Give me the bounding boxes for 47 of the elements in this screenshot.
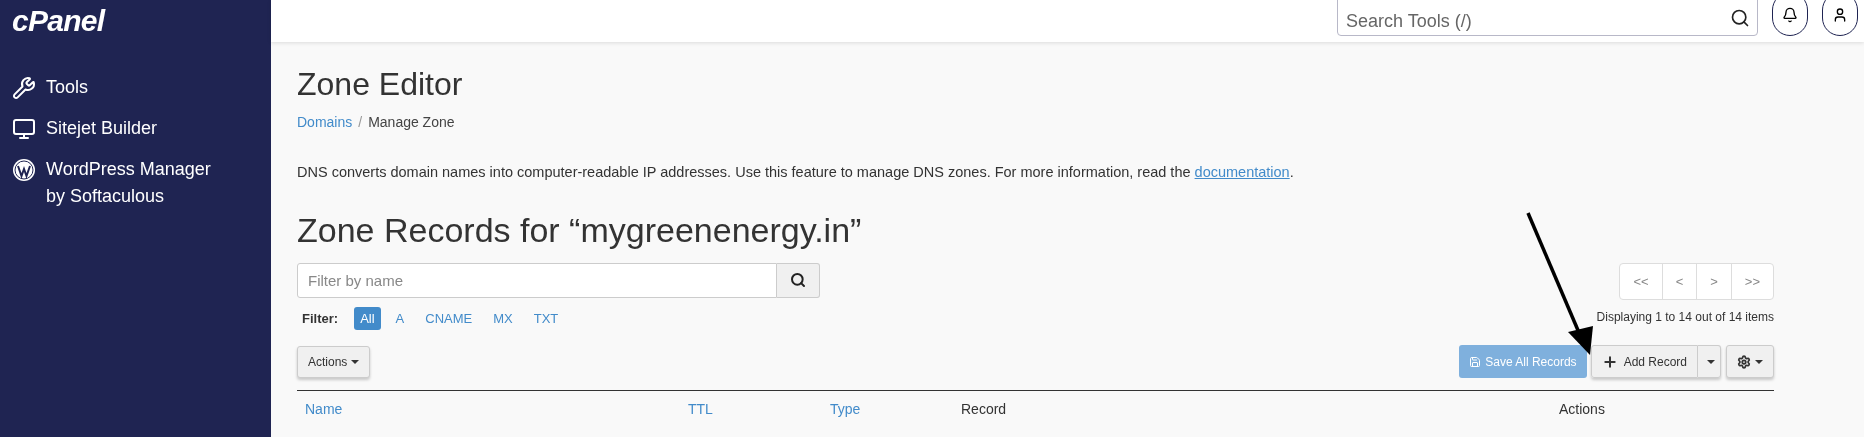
sidebar-item[interactable]: WordPress Manager by Softaculous xyxy=(12,156,259,210)
column-header[interactable]: Name xyxy=(305,401,343,418)
column-header[interactable]: TTL xyxy=(688,401,713,418)
caret-icon xyxy=(1755,359,1763,364)
pagination-summary: Displaying 1 to 14 out of 14 items xyxy=(1596,308,1774,326)
column-header[interactable]: Type xyxy=(830,401,861,418)
actions-dropdown[interactable]: Actions xyxy=(297,345,371,378)
save-icon xyxy=(1469,355,1482,368)
column-header: Record xyxy=(961,401,1007,418)
wordpress-logo-icon xyxy=(12,158,36,182)
tools-icon xyxy=(12,76,36,100)
logo: cPanel xyxy=(11,3,107,36)
search-icon xyxy=(1730,8,1750,28)
caret-icon xyxy=(351,359,360,364)
settings-icon xyxy=(1737,354,1751,369)
pagination-button[interactable]: >> xyxy=(1730,263,1773,299)
add-record-dropdown-button[interactable] xyxy=(1698,345,1721,379)
plus-icon xyxy=(1601,353,1618,370)
settings-dropdown-button[interactable] xyxy=(1726,345,1774,379)
filter-input[interactable]: Filter by name xyxy=(297,262,777,298)
description: DNS converts domain names into computer-readable IP addresses. Use this feature to manage DNS zones. For more information, read the documentation. xyxy=(297,163,1295,182)
search-field[interactable]: Search Tools (/) xyxy=(1337,0,1758,36)
monitor-icon xyxy=(12,117,36,141)
filter-type-tab[interactable]: TXT xyxy=(527,306,565,331)
sidebar-item[interactable]: Tools xyxy=(12,74,259,101)
search-icon xyxy=(790,272,806,289)
caret-icon xyxy=(1707,359,1715,364)
filter-type-tab[interactable]: MX xyxy=(487,306,519,331)
add-record-button[interactable]: Add Record xyxy=(1590,345,1698,379)
search-button[interactable] xyxy=(777,262,820,298)
filter-type-tab[interactable]: A xyxy=(389,306,411,331)
user-icon xyxy=(1832,7,1848,23)
documentation-link[interactable]: documentation xyxy=(1194,164,1290,180)
filter-type-tab[interactable]: All xyxy=(354,306,381,331)
filter-label: Filter: xyxy=(302,309,339,328)
page-title: Zone Editor xyxy=(297,65,464,104)
breadcrumb-current: Manage Zone xyxy=(368,113,455,132)
section-heading: Zone Records for “mygreenenergy.in” xyxy=(297,209,863,250)
breadcrumb-link[interactable]: Domains xyxy=(297,112,353,133)
pagination-button[interactable]: < xyxy=(1661,263,1697,299)
pagination-button[interactable]: << xyxy=(1620,263,1662,299)
filter-type-tab[interactable]: CNAME xyxy=(419,306,479,331)
sidebar-item[interactable]: Sitejet Builder xyxy=(12,115,259,142)
bell-icon xyxy=(1782,7,1798,23)
column-header: Actions xyxy=(1559,401,1605,418)
pagination-button[interactable]: > xyxy=(1696,263,1731,299)
breadcrumb-separator: / xyxy=(358,113,363,132)
